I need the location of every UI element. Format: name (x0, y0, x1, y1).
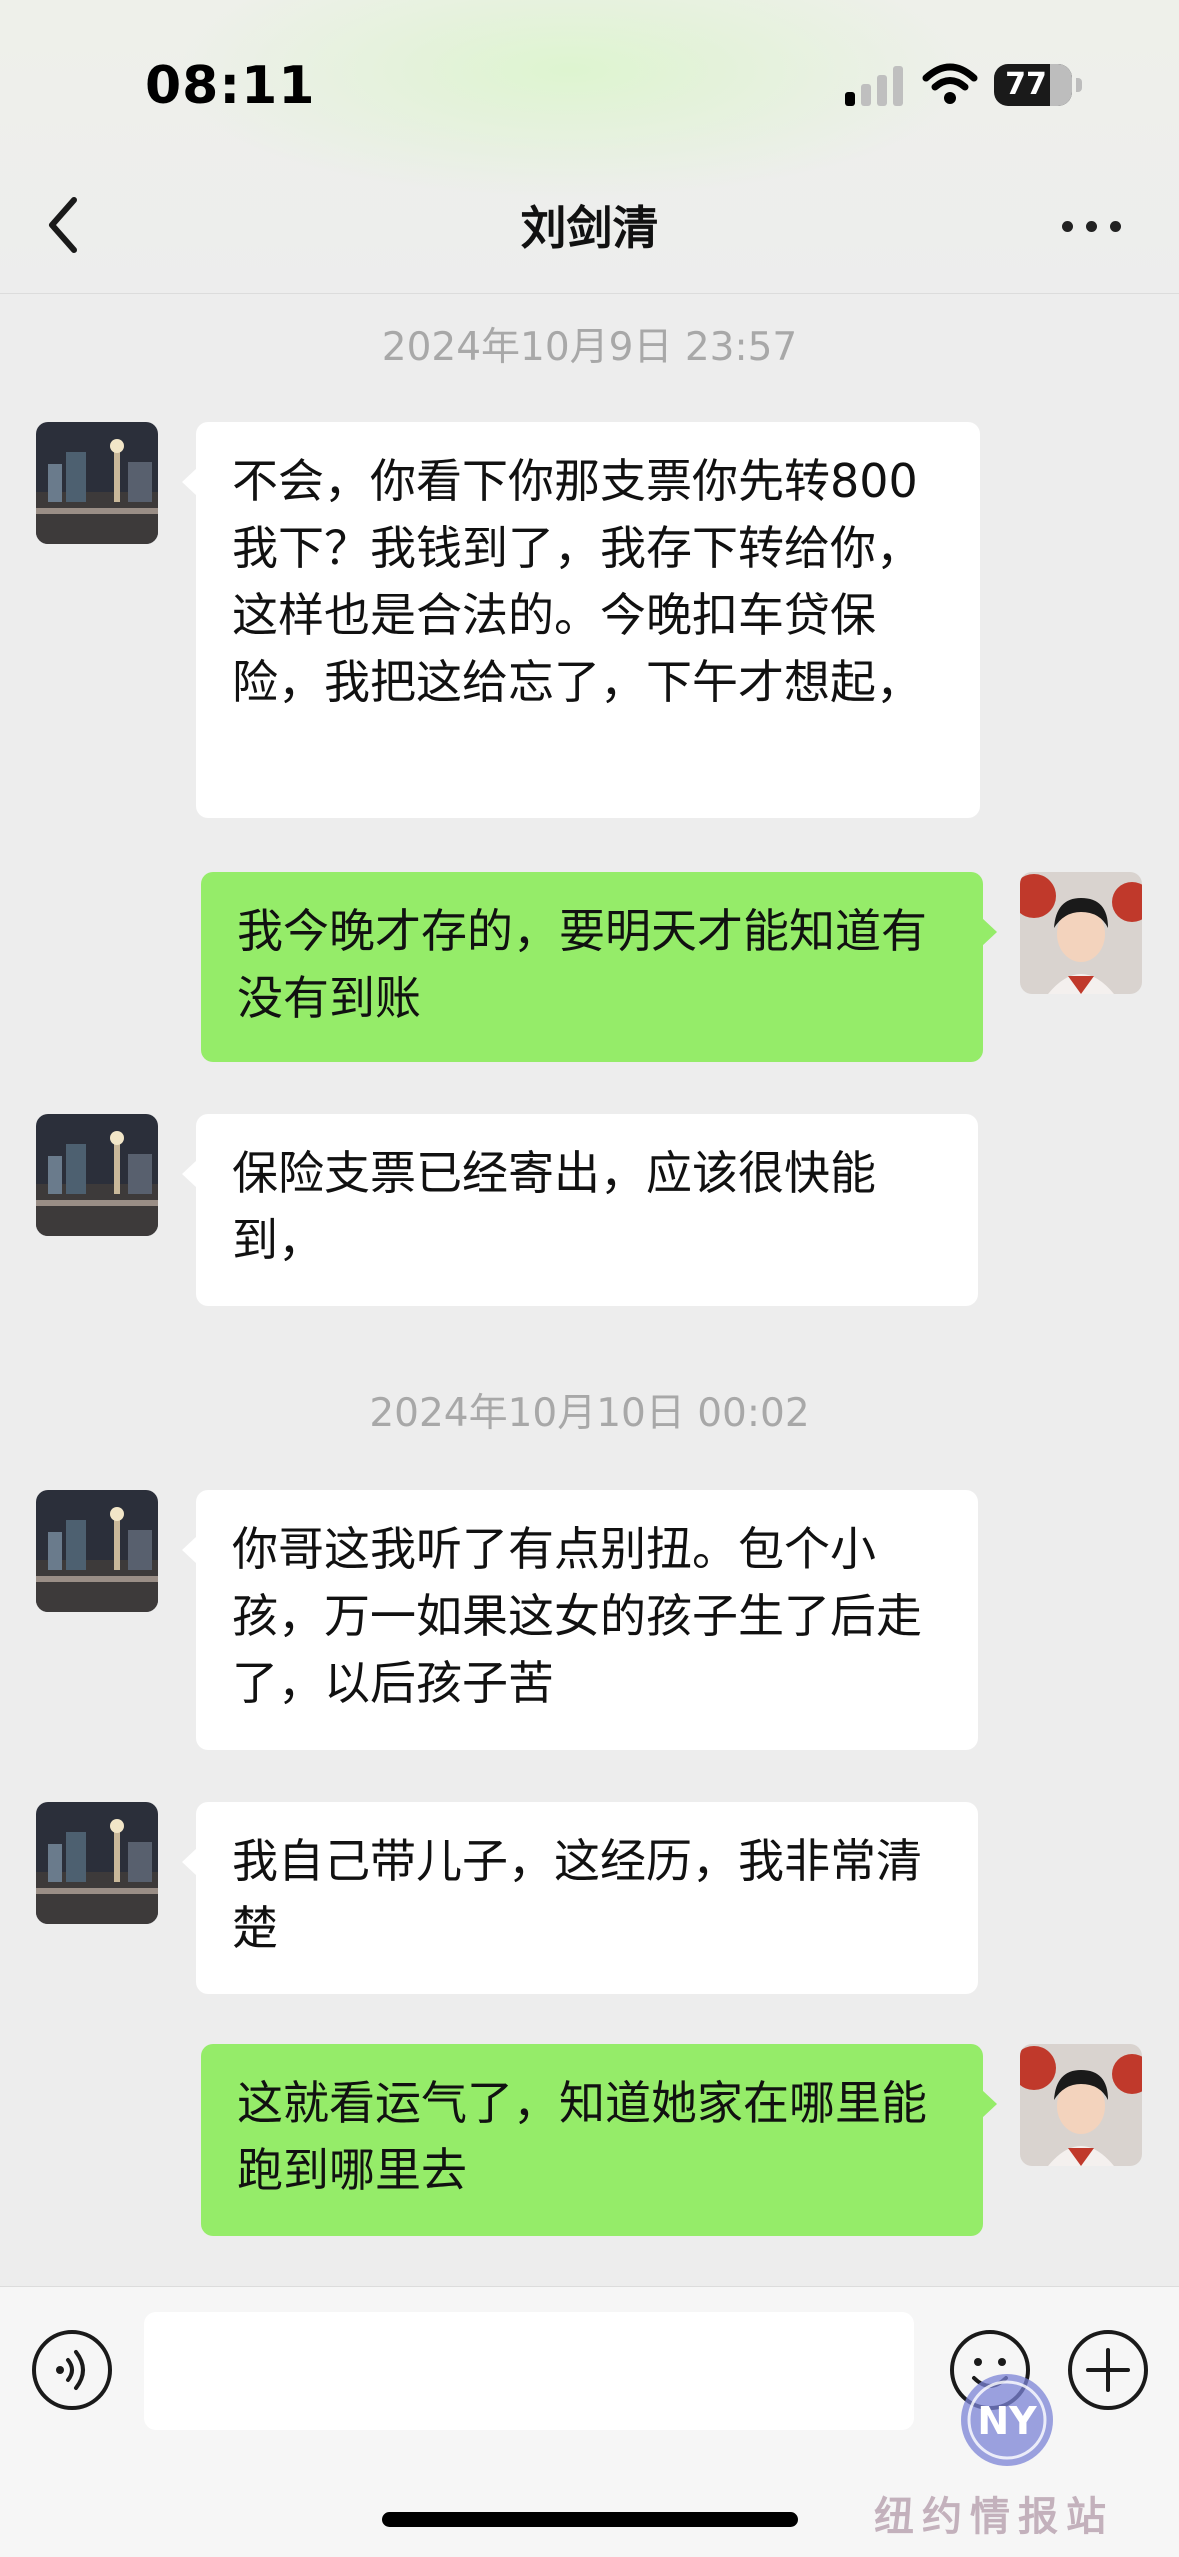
message-input[interactable] (144, 2312, 914, 2430)
watermark-logo: NY (961, 2374, 1053, 2466)
message-bubble-outgoing[interactable]: 这就看运气了，知道她家在哪里能跑到哪里去 (201, 2044, 997, 2236)
battery-tip (1076, 78, 1082, 92)
status-time: 08:11 (145, 56, 316, 116)
message-bubble-incoming[interactable]: 保险支票已经寄出，应该很快能到， (182, 1114, 978, 1306)
timestamp: 2024年10月9日 23:57 (381, 325, 798, 370)
cellular-signal-icon (845, 64, 905, 106)
contact-avatar[interactable] (36, 1114, 158, 1236)
my-avatar[interactable] (1020, 2044, 1142, 2166)
battery-percent: 77 (1005, 67, 1047, 102)
message-bubble-outgoing[interactable]: 我今晚才存的，要明天才能知道有没有到账 (201, 872, 997, 1062)
home-indicator (382, 2512, 798, 2527)
message-bubble-incoming[interactable]: 不会，你看下你那支票你先转800我下？我钱到了，我存下转给你，这样也是合法的。今… (182, 422, 980, 818)
my-avatar[interactable] (1020, 872, 1142, 994)
watermark-logo-letters: NY (977, 2399, 1037, 2443)
plus-icon[interactable] (1066, 2328, 1150, 2412)
watermark-text: 纽约情报站 (874, 2494, 1114, 2540)
more-dots-icon[interactable] (1062, 218, 1124, 234)
battery-icon: 77 (994, 64, 1072, 106)
wifi-icon (922, 63, 978, 104)
voice-icon[interactable] (30, 2328, 114, 2412)
chat-title: 刘剑清 (520, 201, 659, 255)
contact-avatar[interactable] (36, 1490, 158, 1612)
contact-avatar[interactable] (36, 422, 158, 544)
contact-avatar[interactable] (36, 1802, 158, 1924)
message-bubble-incoming[interactable]: 你哥这我听了有点别扭。包个小孩，万一如果这女的孩子生了后走了，以后孩子苦 (182, 1490, 978, 1750)
message-bubble-incoming[interactable]: 我自己带儿子，这经历，我非常清楚 (182, 1802, 978, 1994)
timestamp: 2024年10月10日 00:02 (369, 1391, 810, 1436)
